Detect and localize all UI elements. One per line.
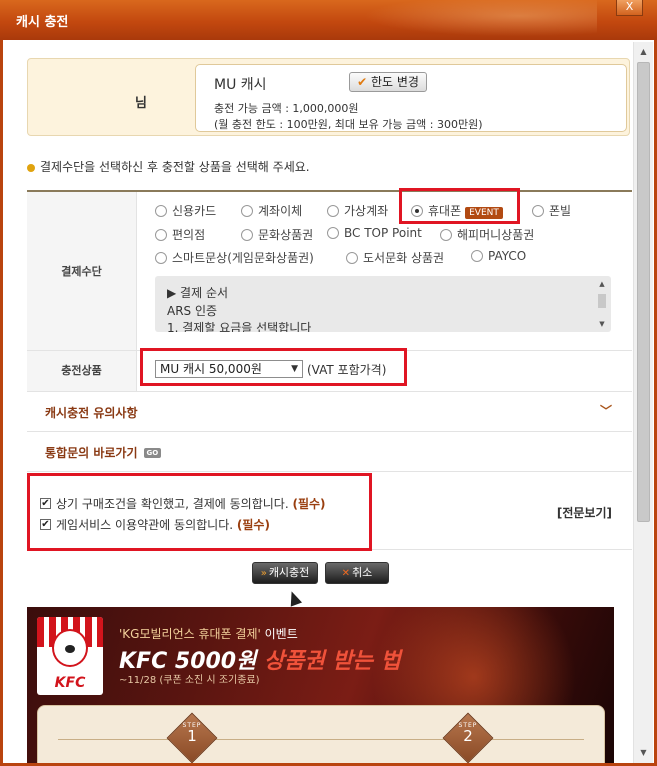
banner-period: ~11/28 (쿠폰 소진 시 조기종료)	[119, 675, 260, 686]
kfc-event-banner[interactable]: KFC 'KG모빌리언스 휴대폰 결제' 이벤트 KFC 5000원 상품권 받…	[27, 607, 614, 763]
limits-note: (월 충전 한도 : 100만원, 최대 보유 가능 금액 : 300만원)	[214, 118, 483, 131]
radio-icon[interactable]	[241, 228, 253, 241]
method-payco[interactable]: PAYCO	[471, 249, 526, 263]
steps-panel: STEP 1 STEP 2	[37, 705, 605, 763]
view-full-terms-link[interactable]: [전문보기]	[557, 504, 612, 521]
double-arrow-icon: »	[260, 568, 267, 579]
banner-headline: 'KG모빌리언스 휴대폰 결제' 이벤트	[119, 625, 298, 642]
pencil-icon: ✔	[357, 75, 368, 89]
method-label: PAYCO	[488, 249, 527, 263]
go-icon[interactable]: GO	[143, 447, 162, 458]
product-label: 충전상품	[27, 351, 137, 391]
method-label: 폰빌	[549, 204, 572, 218]
step-1-number: 1	[187, 727, 197, 745]
cash-info-box: MU 캐시 ✔ 한도 변경 충전 가능 금액 : 1,000,000원 (월 충…	[195, 64, 627, 132]
method-happymoney[interactable]: 해피머니상품권	[440, 226, 534, 243]
steps-line-1: ARS 인증	[167, 304, 218, 318]
scroll-up-icon[interactable]: ▲	[634, 44, 653, 60]
scroll-down-icon[interactable]: ▼	[634, 745, 653, 761]
radio-icon[interactable]	[155, 228, 167, 241]
steps-title: ▶ 결제 순서	[167, 286, 229, 300]
user-suffix: 님	[135, 96, 147, 111]
payment-steps-box[interactable]: ▶ 결제 순서 ARS 인증 1. 결제할 요금을 선택합니다 ▲ ▼	[155, 276, 611, 332]
method-phonebill[interactable]: 폰빌	[532, 202, 571, 219]
method-bc-top-point[interactable]: BC TOP Point	[327, 226, 422, 240]
steps-scroll-up-icon[interactable]: ▲	[596, 280, 608, 288]
method-credit-card[interactable]: 신용카드	[155, 202, 216, 219]
method-label: BC TOP Point	[344, 226, 422, 240]
banner-headline-suffix: 이벤트	[264, 627, 298, 641]
charge-notes-section[interactable]: 캐시충전 유의사항 ﹀	[27, 392, 632, 432]
window-title: 캐시 충전	[16, 15, 69, 30]
banner-headline-quote: 'KG모빌리언스 휴대폰 결제'	[119, 627, 261, 641]
x-icon: ✕	[341, 568, 351, 579]
radio-icon[interactable]	[155, 251, 167, 264]
cancel-button-label: 취소	[352, 566, 373, 579]
cancel-button[interactable]: ✕ 취소	[325, 562, 389, 584]
steps-scrollbar[interactable]: ▲ ▼	[596, 280, 608, 328]
title-ornament	[337, 0, 597, 40]
charge-notes-title[interactable]: 캐시충전 유의사항	[45, 404, 138, 421]
scroll-thumb[interactable]	[637, 62, 650, 522]
method-virtual-account[interactable]: 가상계좌	[327, 202, 388, 219]
limit-change-button[interactable]: ✔ 한도 변경	[349, 72, 427, 92]
method-label: 계좌이체	[258, 204, 303, 218]
method-label: 편의점	[172, 228, 206, 242]
payment-notice: 결제수단을 선택하신 후 충전할 상품을 선택해 주세요.	[27, 158, 310, 175]
radio-icon[interactable]	[471, 249, 483, 262]
method-label: 가상계좌	[344, 204, 389, 218]
account-panel: 님 MU 캐시 ✔ 한도 변경 충전 가능 금액 : 1,000,000원 (월…	[27, 58, 630, 136]
step-2-number: 2	[463, 727, 473, 745]
method-label: 신용카드	[172, 204, 217, 218]
title-bar: 캐시 충전 X	[0, 0, 657, 40]
limit-change-label: 한도 변경	[370, 75, 419, 89]
method-label: 문화상품권	[258, 228, 314, 242]
steps-divider	[58, 739, 584, 740]
method-label: 도서문화 상품권	[363, 251, 445, 265]
kfc-logo: KFC	[37, 617, 103, 695]
highlight-product	[140, 348, 407, 386]
method-label: 해피머니상품권	[457, 228, 535, 242]
steps-scroll-down-icon[interactable]: ▼	[596, 320, 608, 328]
payment-label: 결제수단	[61, 265, 102, 278]
inquiry-title: 통합문의 바로가기	[45, 446, 138, 460]
page-scrollbar[interactable]: ▲ ▼	[633, 42, 653, 763]
radio-icon[interactable]	[532, 204, 544, 217]
steps-line-2: 1. 결제할 요금을 선택합니다	[167, 321, 312, 332]
radio-icon[interactable]	[440, 228, 452, 241]
step-1-label: STEP 1	[174, 722, 210, 744]
charge-available: 충전 가능 금액 : 1,000,000원	[214, 102, 359, 115]
colonel-icon	[52, 629, 88, 667]
method-smart-voucher[interactable]: 스마트문상(게임문화상품권)	[155, 249, 314, 266]
charge-button[interactable]: » 캐시충전	[252, 562, 318, 584]
chevron-down-icon[interactable]: ﹀	[600, 402, 612, 419]
radio-icon[interactable]	[241, 204, 253, 217]
payment-method-table: 결제수단 신용카드 계좌이체 가상계좌 휴대폰 EVENT 폰빌 편의점 문화상품…	[27, 190, 632, 350]
method-label: 스마트문상(게임문화상품권)	[172, 251, 314, 265]
kfc-wordmark: KFC	[54, 675, 86, 691]
radio-icon[interactable]	[346, 251, 358, 264]
bullet-icon	[27, 163, 35, 172]
inquiry-section[interactable]: 통합문의 바로가기 GO	[27, 432, 632, 472]
method-culture-voucher[interactable]: 문화상품권	[241, 226, 313, 243]
highlight-mobile-phone	[399, 188, 520, 224]
highlight-agreements	[27, 473, 372, 551]
method-bank-transfer[interactable]: 계좌이체	[241, 202, 302, 219]
payment-label-cell: 결제수단	[27, 192, 137, 350]
notice-text: 결제수단을 선택하신 후 충전할 상품을 선택해 주세요.	[40, 160, 310, 174]
inquiry-link[interactable]: 통합문의 바로가기 GO	[45, 444, 162, 461]
radio-icon[interactable]	[327, 204, 339, 217]
banner-main-highlight: 상품권 받는 법	[264, 649, 401, 674]
method-convenience-store[interactable]: 편의점	[155, 226, 205, 243]
charge-button-label: 캐시충전	[268, 566, 310, 579]
radio-icon[interactable]	[327, 226, 339, 239]
step-2-label: STEP 2	[450, 722, 486, 744]
close-button[interactable]: X	[616, 0, 643, 16]
steps-scroll-thumb[interactable]	[598, 294, 606, 308]
cash-name: MU 캐시	[214, 77, 267, 93]
method-book-voucher[interactable]: 도서문화 상품권	[346, 249, 444, 266]
radio-icon[interactable]	[155, 204, 167, 217]
